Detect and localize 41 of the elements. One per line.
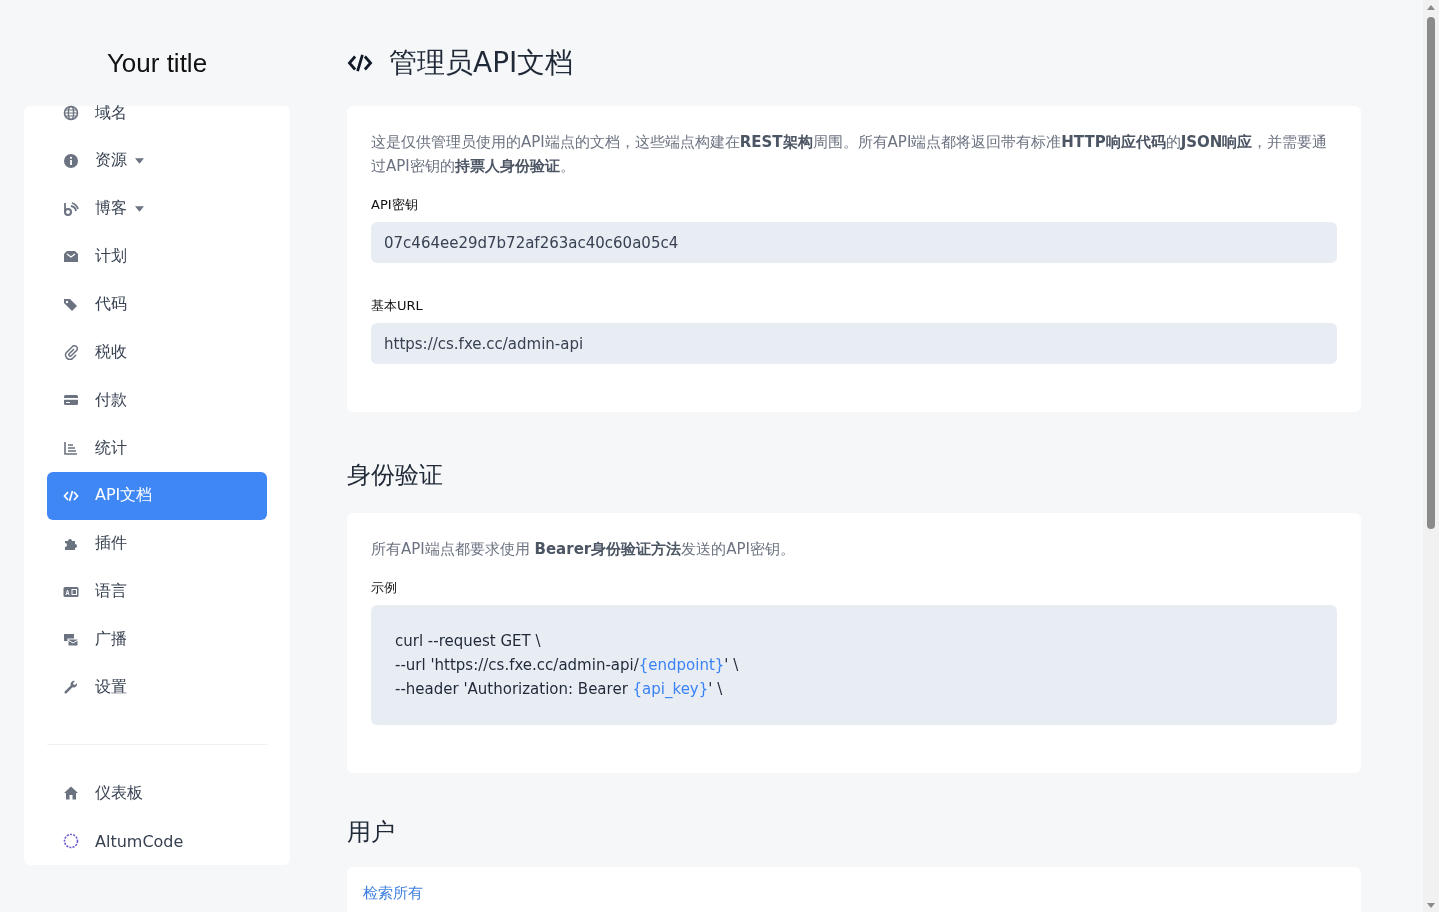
input-field[interactable]: https://cs.fxe.cc/admin-api <box>371 323 1337 364</box>
wrench-icon <box>63 679 79 696</box>
field-label: 基本URL <box>371 297 424 315</box>
site-title: Your title <box>106 47 208 79</box>
sidebar-item[interactable]: 税收 <box>47 328 267 377</box>
sidebar-item[interactable]: 插件 <box>47 519 267 568</box>
sidebar-item[interactable]: 域名 <box>47 106 267 120</box>
code-line: curl --request GET \ <box>395 632 541 650</box>
section-heading: 身份验证 <box>347 459 443 491</box>
code-line: --url 'https://cs.fxe.cc/admin-api/{endpoint}' \ <box>395 656 739 674</box>
code-line: --header 'Authorization: Bearer {api_key}' \ <box>395 680 723 698</box>
sidebar-item[interactable]: 代码 <box>47 280 267 329</box>
input-field[interactable]: 07c464ee29d7b72af263ac40c60a05c4 <box>371 222 1337 263</box>
sidebar-item[interactable]: API文档 <box>47 472 267 520</box>
sidebar-item[interactable]: 计划 <box>47 232 267 281</box>
auth-paragraph: 所有API端点都要求使用 Bearer身份验证方法发送的API密钥。 <box>371 539 796 560</box>
section-heading: 用户 <box>347 817 395 848</box>
feed-icon <box>63 200 79 217</box>
sidebar-item[interactable]: 仪表板 <box>47 769 267 818</box>
field-label: API密钥 <box>371 196 419 214</box>
chart-icon <box>63 440 79 457</box>
sidebar-item[interactable]: 资源 <box>47 137 267 185</box>
envelope-icon <box>63 631 79 648</box>
page-title: 管理员API文档 <box>389 45 574 81</box>
sidebar-item[interactable]: 设置 <box>47 663 267 712</box>
sidebar-item[interactable]: 广播 <box>47 615 267 664</box>
sidebar-item[interactable]: 付款 <box>47 376 267 425</box>
sidebar-item[interactable]: 语言 <box>47 567 267 616</box>
example-label: 示例 <box>371 579 398 597</box>
intro-paragraph: 这是仅供管理员使用的API端点的文档，这些端点构建在REST架构周围。所有API端点都将返回带有标准HTTP响应代码的JSON响应，并需要通过API密钥的持票人身份验证。 <box>371 132 1329 177</box>
scrollbar[interactable] <box>1423 0 1439 912</box>
dotted-ring-icon <box>63 833 79 850</box>
info-icon <box>63 152 79 169</box>
sidebar-item[interactable]: 博客 <box>47 184 267 233</box>
globe-icon <box>63 105 79 121</box>
home-icon <box>63 785 79 802</box>
tag-icon <box>63 296 79 313</box>
sidebar-item[interactable]: 统计 <box>47 424 267 472</box>
retrieve-all-link[interactable]: 检索所有 <box>363 884 423 902</box>
paperclip-icon <box>63 344 79 361</box>
sidebar-item[interactable]: AltumCode <box>47 817 267 866</box>
